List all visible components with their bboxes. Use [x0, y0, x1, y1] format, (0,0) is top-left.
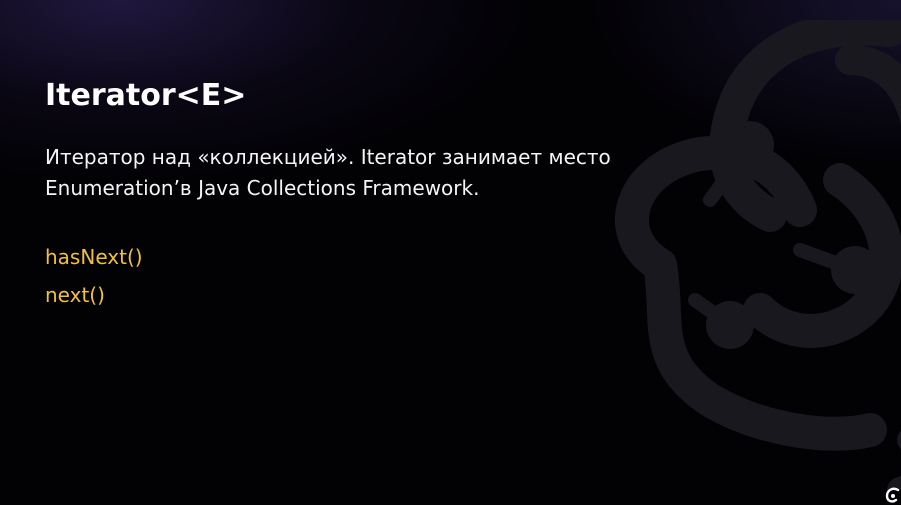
method-list: hasNext() next() — [45, 238, 143, 314]
brand-logo-corner-icon — [885, 487, 900, 503]
slide-title: Iterator<E> — [45, 78, 247, 113]
method-item-hasnext: hasNext() — [45, 245, 143, 269]
brand-logo-watermark-icon — [615, 20, 901, 490]
method-item-next: next() — [45, 283, 105, 307]
slide: Iterator<E> Итератор над «коллекцией». I… — [0, 0, 901, 505]
slide-description: Итератор над «коллекцией». Iterator зани… — [45, 145, 611, 200]
